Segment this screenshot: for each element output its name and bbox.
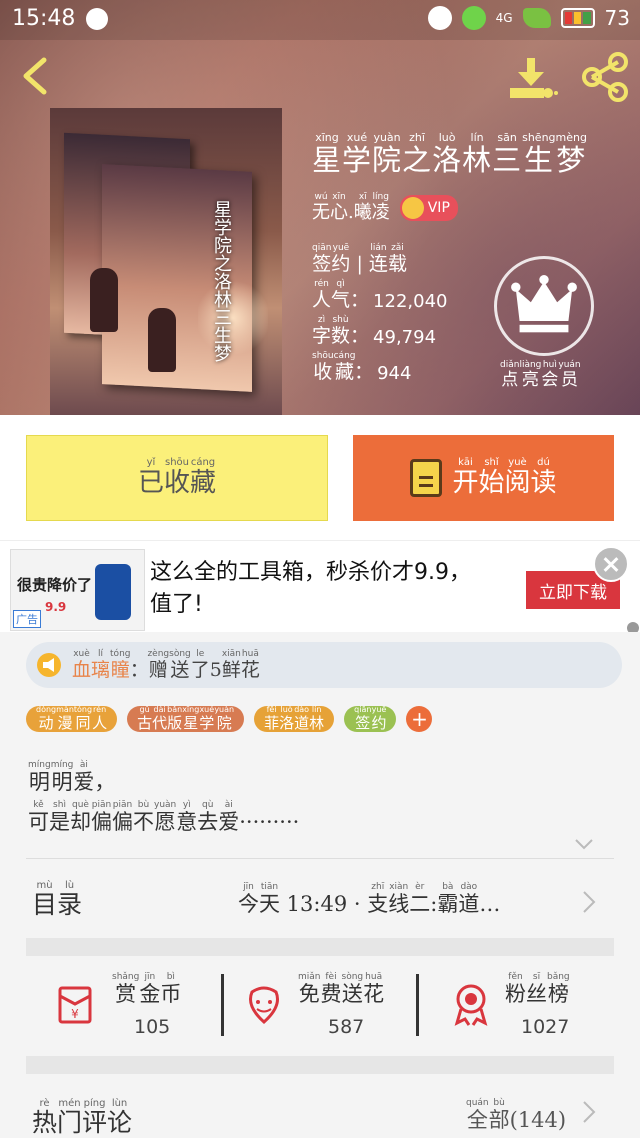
collected-button[interactable]: 已yǐ 收shōu 藏cáng — [26, 435, 328, 521]
free-flowers[interactable]: 免miǎn费fèi送sòng花huā 587 — [224, 956, 416, 1056]
status-time: 15:48 — [12, 6, 76, 31]
tag-pill[interactable]: 签qiān 约yuē — [344, 705, 397, 732]
medal-icon — [454, 984, 488, 1026]
gift-user[interactable]: 血xuè璃lí瞳tóng — [72, 649, 130, 681]
ad-banner[interactable]: 很贵降价了 9.9 广告 这么全的工具箱，秒杀价才9.9，值了! 立即下载 — [0, 540, 640, 632]
author-row: 无wú心xīn.曦xī凌líng VIP — [312, 192, 458, 224]
book-cover[interactable]: 星学院之洛林三生梦 — [50, 108, 282, 415]
book-icon — [410, 459, 443, 497]
all-comments-link[interactable]: 全quán部bù(144) — [466, 1098, 566, 1134]
flower-icon — [249, 986, 279, 1025]
description-line: 可kě是shì却què偏piān偏piān不bù愿yuàn意yì去qù爱ài··… — [28, 800, 300, 834]
close-icon[interactable] — [593, 546, 629, 582]
cover-figure — [90, 268, 118, 332]
author-name[interactable]: 无wú心xīn.曦xī凌líng — [312, 192, 390, 224]
description-line: 明míng明míng爱ài， — [28, 760, 116, 794]
download-icon[interactable] — [508, 56, 558, 100]
ad-text[interactable]: 这么全的工具箱，秒杀价才9.9，值了! — [150, 557, 490, 621]
stat-value: 105 — [134, 1016, 171, 1038]
hot-comments-label: 热rè门mén评píng论lùn — [32, 1098, 133, 1137]
red-envelope-icon: ¥ — [58, 986, 92, 1024]
battery-level: 73 — [604, 6, 630, 30]
hot-comments-row[interactable]: 热rè门mén评píng论lùn 全quán部bù(144) — [26, 1074, 614, 1138]
vip-crown-button[interactable] — [494, 256, 594, 356]
qq-icon — [86, 8, 108, 30]
divider — [26, 858, 614, 859]
alarm-icon — [461, 6, 486, 30]
chevron-down-icon[interactable] — [574, 838, 594, 850]
start-reading-button[interactable]: 开kāi始shǐ阅yuè读dú — [353, 435, 614, 521]
vip-badge: VIP — [399, 195, 458, 221]
latest-chapter: 今jīn天tiān 13:49 · 支zhī线xiàn二èr:霸bà道dào… — [238, 882, 501, 916]
back-icon[interactable] — [16, 56, 56, 96]
book-title: 星xīng学xué院yuàn之zhī洛luò林lín三sān生shēng梦mèn… — [312, 131, 587, 177]
stats-row: ¥ 赏shǎng金jīn币bì 105 免miǎn费fèi送sòng花huā 5… — [26, 956, 614, 1056]
section-gap — [26, 938, 614, 956]
ad-tag: 广告 — [13, 610, 41, 628]
vip-label: VIP — [427, 200, 450, 216]
crown-icon — [401, 197, 424, 219]
leaf-icon — [522, 8, 551, 28]
action-bar: 已yǐ 收shōu 藏cáng 开kāi始shǐ阅yuè读dú — [0, 415, 640, 540]
favorites-count: 收shōu藏cáng： 944 — [312, 351, 412, 384]
popularity: 人rén气qì： 122,040 — [312, 279, 448, 312]
book-description[interactable]: 明míng明míng爱ài， 可kě是shì却què偏piān偏piān不bù愿… — [28, 760, 299, 840]
stat-label: 粉fěn丝sī榜bǎng — [505, 972, 570, 1006]
stat-value: 587 — [328, 1016, 365, 1038]
vip-member-label[interactable]: 点diǎn亮liàng会huì员yuán — [500, 360, 581, 390]
word-count: 字zì数shù： 49,794 — [312, 315, 437, 348]
book-details: 血xuè璃lí瞳tóng：赠zèng送sòng了le5鲜xiān花huā 动dò… — [0, 632, 640, 1138]
ad-thumbnail[interactable]: 很贵降价了 9.9 广告 — [10, 549, 145, 631]
ad-thumb-text: 很贵降价了 — [17, 576, 93, 594]
chevron-right-icon — [583, 1101, 596, 1123]
chevron-right-icon — [583, 891, 596, 913]
stat-value: 1027 — [521, 1016, 570, 1038]
reward-coins[interactable]: ¥ 赏shǎng金jīn币bì 105 — [26, 956, 221, 1056]
battery-icon — [560, 8, 595, 28]
gift-text: 血xuè璃lí瞳tóng：赠zèng送sòng了le5鲜xiān花huā — [72, 648, 260, 681]
drill-image — [95, 564, 131, 620]
book-header: 15:48 4G 73 星学院之洛林三生梦 星xīng学xué院yuàn之zhī… — [0, 0, 640, 415]
network-label: 4G — [495, 11, 513, 25]
wifi-icon — [427, 6, 452, 30]
cover-title: 星学院之洛林三生梦 — [211, 200, 232, 362]
share-icon[interactable] — [580, 52, 630, 102]
toc-label: 目mù录lù — [32, 880, 83, 919]
ad-thumb-price: 9.9 — [45, 600, 67, 614]
status-bar: 15:48 4G 73 — [0, 0, 640, 40]
fan-ranking[interactable]: 粉fěn丝sī榜bǎng 1027 — [419, 956, 614, 1056]
tag-list: 动dòng 漫màn 同tóng 人rén 古gǔ 代dài 版bǎn 星xīng 学xué 院y… — [26, 705, 433, 732]
svg-text:¥: ¥ — [71, 1007, 79, 1021]
stat-label: 赏shǎng金jīn币bì — [112, 972, 182, 1006]
megaphone-icon — [37, 653, 61, 677]
tag-pill[interactable]: 古gǔ 代dài 版bǎn 星xīng 学xué 院yuàn — [127, 705, 245, 732]
tag-pill[interactable]: 动dòng 漫màn 同tóng 人rén — [26, 705, 118, 732]
book-info: 签qiān约yuē | 连lián载zǎi 人rén气qì： 122,040 字z… — [312, 240, 447, 384]
gift-notice[interactable]: 血xuè璃lí瞳tóng：赠zèng送sòng了le5鲜xiān花huā — [26, 642, 622, 688]
status-icons: 4G 73 — [427, 6, 630, 30]
section-gap — [26, 1056, 614, 1074]
table-of-contents-row[interactable]: 目mù录lù 今jīn天tiān 13:49 · 支zhī线xiàn二èr:霸b… — [26, 860, 614, 940]
contract-status: 签qiān约yuē | 连lián载zǎi — [312, 243, 407, 275]
tag-pill[interactable]: 菲fēi 洛luò 道dào 林lín — [254, 705, 335, 732]
stat-label: 免miǎn费fèi送sòng花huā — [298, 972, 385, 1006]
cover-figure — [148, 308, 176, 372]
add-tag-button[interactable]: + — [406, 706, 433, 732]
